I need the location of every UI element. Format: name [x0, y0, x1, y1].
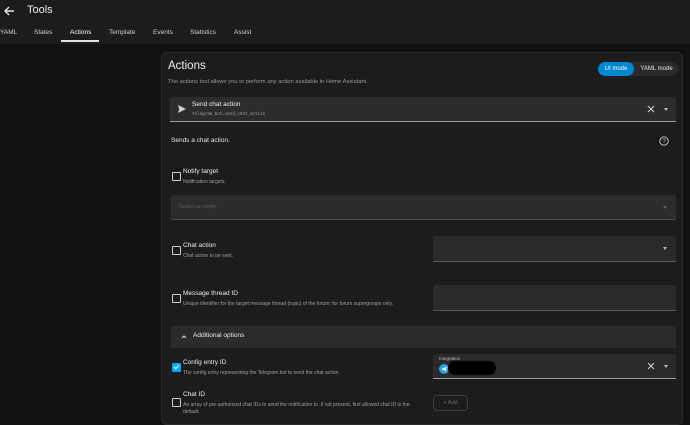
- close-icon[interactable]: [647, 362, 655, 370]
- notify-target-label: Notify target: [183, 168, 219, 175]
- notify-target-checkbox[interactable]: [172, 172, 181, 181]
- config-entry-id-label: Config entry ID: [183, 359, 227, 366]
- page-title: Tools: [27, 4, 53, 16]
- tab-actions[interactable]: Actions: [70, 29, 91, 36]
- chat-id-checkbox[interactable]: [172, 398, 181, 407]
- mode-toggle: UI mode YAML mode: [598, 62, 678, 76]
- action-select[interactable]: Send chat action telegram_bot.send_chat_…: [170, 97, 676, 122]
- help-icon[interactable]: ?: [659, 136, 669, 146]
- message-thread-id-description: Unique identifier for the target message…: [183, 301, 394, 307]
- yaml-mode-button[interactable]: YAML mode: [635, 62, 678, 76]
- chevron-down-icon[interactable]: [663, 206, 667, 209]
- action-name: Send chat action: [192, 101, 241, 108]
- chat-id-label: Chat ID: [183, 391, 206, 398]
- action-summary: Sends a chat action.: [171, 137, 230, 144]
- redacted-value: [448, 361, 496, 375]
- svg-text:?: ?: [662, 139, 666, 145]
- chat-action-checkbox[interactable]: [172, 246, 181, 255]
- notify-target-placeholder: Select an entity: [179, 204, 217, 210]
- chevron-down-icon[interactable]: [664, 108, 668, 111]
- config-entry-id-checkbox[interactable]: [172, 363, 181, 372]
- additional-options-header[interactable]: Additional options: [171, 326, 676, 348]
- chat-id-description-cont: default.: [183, 409, 200, 415]
- card-title: Actions: [168, 60, 206, 72]
- additional-options-label: Additional options: [193, 332, 245, 339]
- chat-action-description: Chat action to be sent.: [183, 253, 234, 259]
- close-icon[interactable]: [647, 105, 655, 113]
- tab-yaml[interactable]: YAML: [0, 29, 17, 36]
- notify-target-select[interactable]: Select an entity: [171, 195, 676, 220]
- tab-statistics[interactable]: Statistics: [190, 29, 216, 36]
- chevron-down-icon[interactable]: [663, 247, 667, 250]
- tab-bar: YAML States Actions Template Events Stat…: [0, 26, 690, 44]
- message-thread-id-checkbox[interactable]: [172, 294, 181, 303]
- tab-template[interactable]: Template: [109, 29, 135, 36]
- active-tab-indicator: [61, 40, 99, 42]
- add-chat-id-button[interactable]: + Add: [433, 395, 468, 411]
- chat-action-label: Chat action: [183, 242, 216, 249]
- tab-assist[interactable]: Assist: [234, 29, 251, 36]
- chat-id-description: An array of pre-authorized chat IDs to s…: [183, 402, 410, 408]
- config-entry-id-description: The config entry representing the Telegr…: [183, 370, 340, 376]
- card-description: The actions tool allows you to perform a…: [168, 79, 368, 85]
- top-app-bar: Tools YAML States Actions Template Event…: [0, 0, 690, 44]
- notify-target-description: Notification targets.: [183, 179, 226, 185]
- config-entry-select[interactable]: Integration: [433, 354, 676, 379]
- tab-states[interactable]: States: [34, 29, 52, 36]
- tab-events[interactable]: Events: [153, 29, 173, 36]
- chevron-down-icon[interactable]: [664, 365, 668, 368]
- send-icon: [178, 105, 186, 113]
- chevron-up-icon: [181, 335, 187, 339]
- chat-action-select[interactable]: [433, 236, 676, 262]
- back-arrow-icon[interactable]: [2, 4, 16, 18]
- message-thread-id-label: Message thread ID: [183, 290, 238, 297]
- action-id: telegram_bot.send_chat_action: [192, 111, 266, 116]
- ui-mode-button[interactable]: UI mode: [598, 62, 634, 76]
- message-thread-id-input[interactable]: [433, 285, 676, 311]
